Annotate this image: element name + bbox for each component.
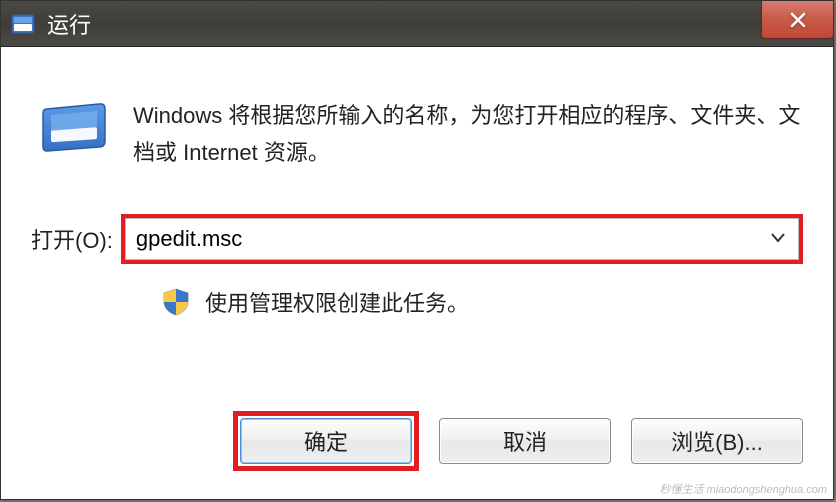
shield-icon	[161, 287, 191, 317]
window-title: 运行	[47, 8, 91, 40]
admin-note-row: 使用管理权限创建此任务。	[161, 286, 803, 318]
open-combobox-highlight	[121, 214, 803, 264]
open-label: 打开(O):	[31, 223, 113, 255]
open-input[interactable]	[125, 218, 799, 260]
close-button[interactable]	[761, 1, 833, 39]
ok-button-highlight: 确定	[233, 411, 419, 471]
client-area: Windows 将根据您所输入的名称，为您打开相应的程序、文件夹、文档或 Int…	[1, 47, 833, 499]
open-row: 打开(O):	[31, 214, 803, 264]
browse-button[interactable]: 浏览(B)...	[631, 418, 803, 464]
run-dialog: 运行 Wi	[0, 0, 834, 500]
description-text: Windows 将根据您所输入的名称，为您打开相应的程序、文件夹、文档或 Int…	[133, 97, 803, 172]
description-row: Windows 将根据您所输入的名称，为您打开相应的程序、文件夹、文档或 Int…	[31, 97, 803, 172]
button-row: 确定 取消 浏览(B)...	[233, 411, 803, 471]
admin-note-text: 使用管理权限创建此任务。	[205, 286, 469, 318]
run-titlebar-icon	[9, 10, 37, 38]
close-icon	[788, 10, 808, 30]
run-program-icon	[41, 101, 113, 157]
ok-button[interactable]: 确定	[240, 418, 412, 464]
titlebar: 运行	[1, 1, 833, 47]
cancel-button[interactable]: 取消	[439, 418, 611, 464]
